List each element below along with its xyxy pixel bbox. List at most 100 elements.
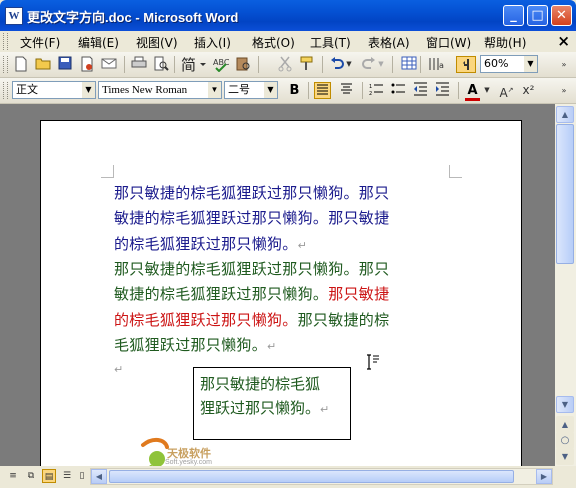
word-app-icon[interactable]: W [5, 7, 23, 25]
paragraph-green[interactable]: 那只敏捷的棕毛狐狸跃过那只懒狗。那只 敏捷的棕毛狐狸跃过那只懒狗。那只敏捷 的棕… [114, 257, 444, 359]
toolbar-separator [174, 56, 175, 73]
text-line: 敏捷的棕毛狐狸跃过那只懒狗。那只敏捷 [114, 209, 390, 228]
chevron-down-icon[interactable]: ▼ [524, 56, 537, 72]
undo-icon[interactable] [328, 56, 345, 73]
columns-icon[interactable]: a [428, 56, 445, 73]
previous-page-icon[interactable]: ▲ [556, 416, 574, 433]
scroll-left-icon[interactable]: ◀ [91, 469, 107, 484]
maximize-button[interactable]: □ [527, 5, 548, 26]
toolbar-grip[interactable] [3, 56, 8, 73]
table-icon[interactable] [400, 56, 417, 73]
font-color-button[interactable]: A [464, 82, 481, 99]
superscript-button[interactable]: x² [520, 82, 537, 99]
font-combo[interactable]: Times New Roman ▼ [98, 81, 222, 99]
increase-indent-icon[interactable] [434, 82, 451, 99]
close-button[interactable]: ✕ [551, 5, 572, 26]
horizontal-scrollbar[interactable]: ◀ ▶ [90, 468, 553, 485]
grow-font-button[interactable]: A↗ [498, 82, 515, 100]
font-color-dropdown-icon[interactable]: ▼ [482, 82, 492, 99]
reading-layout-view-icon[interactable]: ▯ [75, 469, 89, 483]
print-icon[interactable] [130, 56, 147, 73]
redo-dropdown-icon[interactable]: ▼ [376, 56, 386, 73]
permission-icon[interactable] [78, 56, 95, 73]
vertical-scroll-thumb[interactable] [556, 124, 574, 264]
vertical-scrollbar[interactable]: ▲ ▼ ▲ ○ ▼ [555, 104, 576, 466]
menu-view[interactable]: 视图(V) [136, 34, 178, 51]
menu-help[interactable]: 帮助(H) [484, 34, 526, 51]
svg-text:1: 1 [369, 84, 372, 90]
cut-icon[interactable] [276, 56, 293, 73]
paragraph-mark-icon: ↵ [320, 403, 330, 416]
menu-bar-grip[interactable] [3, 33, 8, 50]
textbox-line: 那只敏捷的棕毛狐 [200, 375, 321, 393]
bold-button[interactable]: B [286, 82, 303, 99]
open-icon[interactable] [34, 56, 51, 73]
web-layout-view-icon[interactable]: ⧉ [24, 469, 38, 483]
menu-edit[interactable]: 编辑(E) [78, 34, 119, 51]
text-line-content: 的棕毛狐狸跃过那只懒狗。 [114, 234, 298, 253]
text-line-content: 毛狐狸跃过那只懒狗。 [114, 335, 268, 354]
document-workspace[interactable]: 那只敏捷的棕毛狐狸跃过那只懒狗。那只 敏捷的棕毛狐狸跃过那只懒狗。那只敏捷 的棕… [0, 104, 555, 466]
next-page-icon[interactable]: ▼ [556, 448, 574, 465]
title-bar[interactable]: W 更改文字方向.doc - Microsoft Word _ □ ✕ [0, 0, 576, 31]
document-page[interactable]: 那只敏捷的棕毛狐狸跃过那只懒狗。那只 敏捷的棕毛狐狸跃过那只懒狗。那只敏捷 的棕… [40, 120, 522, 466]
scroll-up-icon[interactable]: ▲ [556, 106, 574, 123]
horizontal-scroll-thumb[interactable] [109, 470, 514, 483]
minimize-button[interactable]: _ [503, 5, 524, 26]
research-icon[interactable]: 简 [180, 56, 206, 74]
toolbar-options-icon[interactable]: » [556, 56, 572, 73]
research-book-icon[interactable] [234, 56, 251, 73]
toolbar-separator [124, 56, 125, 73]
scroll-down-icon[interactable]: ▼ [556, 396, 574, 413]
document-close-icon[interactable]: × [557, 32, 570, 50]
scroll-right-icon[interactable]: ▶ [536, 469, 552, 484]
menu-table[interactable]: 表格(A) [368, 34, 410, 51]
align-justify-icon[interactable] [314, 82, 331, 99]
chevron-down-icon[interactable]: ▼ [82, 82, 95, 98]
show-hide-icon[interactable] [456, 56, 476, 73]
formatting-toolbar: 正文 ▼ Times New Roman ▼ 二号 ▼ B 12 A ▼ A↗ … [0, 78, 576, 104]
menu-file[interactable]: 文件(F) [20, 34, 60, 51]
horizontal-scroll-area: ≡ ⧉ ▤ ☰ ▯ ◀ ▶ [0, 466, 555, 488]
toolbar-separator [322, 56, 323, 73]
chevron-down-icon[interactable]: ▼ [264, 82, 277, 98]
toolbar-separator [308, 82, 309, 99]
numbering-icon[interactable]: 12 [368, 82, 385, 99]
toolbar-grip[interactable] [3, 82, 8, 99]
normal-view-icon[interactable]: ≡ [6, 469, 20, 483]
menu-window[interactable]: 窗口(W) [426, 34, 471, 51]
font-size-combo[interactable]: 二号 ▼ [224, 81, 278, 99]
toolbar-options-icon[interactable]: » [556, 82, 572, 99]
undo-dropdown-icon[interactable]: ▼ [344, 56, 354, 73]
redo-icon[interactable] [360, 56, 377, 73]
outline-view-icon[interactable]: ☰ [60, 469, 74, 483]
menu-tools[interactable]: 工具(T) [310, 34, 351, 51]
decrease-indent-icon[interactable] [412, 82, 429, 99]
text-box[interactable]: 那只敏捷的棕毛狐 狸跃过那只懒狗。↵ [193, 367, 351, 440]
select-browse-object-icon[interactable]: ○ [556, 432, 574, 449]
standard-toolbar: 简 ABC ▼ ▼ a 60% ▼ » [0, 52, 576, 78]
spelling-icon[interactable]: ABC [212, 56, 229, 73]
print-preview-icon[interactable] [152, 56, 169, 73]
save-icon[interactable] [56, 56, 73, 73]
font-value: Times New Roman [102, 84, 188, 96]
bullets-icon[interactable] [390, 82, 407, 99]
paragraph-blue[interactable]: 那只敏捷的棕毛狐狸跃过那只懒狗。那只 敏捷的棕毛狐狸跃过那只懒狗。那只敏捷 的棕… [114, 181, 444, 258]
text-line: 的棕毛狐狸跃过那只懒狗。↵ [114, 232, 444, 258]
text-line: 毛狐狸跃过那只懒狗。↵ [114, 333, 444, 359]
toolbar-separator [258, 56, 259, 73]
menu-insert[interactable]: 插入(I) [194, 34, 231, 51]
new-icon[interactable] [12, 56, 29, 73]
style-combo[interactable]: 正文 ▼ [12, 81, 96, 99]
zoom-value: 60% [484, 57, 509, 70]
zoom-combo[interactable]: 60% ▼ [480, 55, 538, 73]
menu-format[interactable]: 格式(O) [252, 34, 295, 51]
print-layout-view-icon[interactable]: ▤ [42, 469, 56, 483]
menu-bar: 文件(F) 编辑(E) 视图(V) 插入(I) 格式(O) 工具(T) 表格(A… [0, 31, 576, 53]
email-icon[interactable] [100, 56, 117, 73]
align-center-icon[interactable] [338, 82, 355, 99]
window-title: 更改文字方向.doc - Microsoft Word [27, 10, 239, 25]
format-painter-icon[interactable] [298, 56, 315, 73]
paragraph-mark-icon: ↵ [297, 238, 308, 252]
chevron-down-icon[interactable]: ▼ [208, 82, 221, 98]
